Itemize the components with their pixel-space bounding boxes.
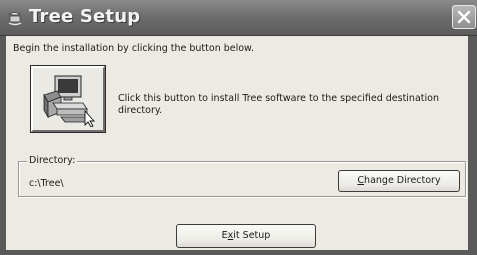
change-directory-button[interactable]: Change Directory bbox=[338, 170, 460, 192]
exit-setup-label-end: it Setup bbox=[233, 230, 271, 241]
setup-window: Tree Setup Begin the installation by cli… bbox=[0, 0, 477, 255]
setup-dialog-body: Begin the installation by clicking the b… bbox=[6, 36, 468, 250]
directory-path: c:\Tree\ bbox=[29, 178, 64, 189]
exit-setup-button[interactable]: Exit Setup bbox=[176, 224, 316, 248]
window-title: Tree Setup bbox=[29, 6, 141, 27]
setup-app-icon bbox=[7, 12, 22, 26]
install-button[interactable] bbox=[30, 65, 106, 133]
change-directory-label: hange Directory bbox=[364, 175, 441, 186]
title-bar[interactable]: Tree Setup bbox=[0, 0, 477, 36]
install-description: Click this button to install Tree softwa… bbox=[118, 93, 439, 116]
close-icon bbox=[457, 10, 471, 24]
close-button[interactable] bbox=[452, 5, 476, 29]
directory-label: Directory: bbox=[27, 155, 78, 166]
intro-text: Begin the installation by clicking the b… bbox=[13, 43, 254, 54]
computer-install-icon bbox=[43, 75, 96, 127]
